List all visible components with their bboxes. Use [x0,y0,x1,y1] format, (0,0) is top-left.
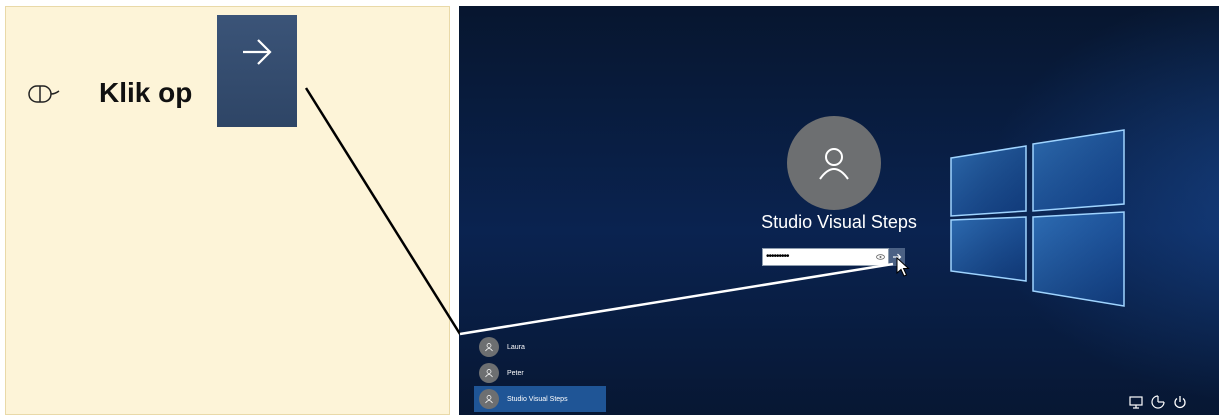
avatar [479,363,499,383]
password-row: ••••••••• [762,248,905,266]
tutorial-panel: Klik op [5,6,450,415]
ease-of-access-icon [1151,395,1165,409]
user-icon [819,148,849,180]
login-screen: Studio Visual Steps ••••••••• Laura Pete… [459,6,1219,415]
power-icon [1174,396,1186,409]
user-name: Studio Visual Steps [507,395,568,403]
ease-of-access-button[interactable] [1151,395,1165,409]
password-mask: ••••••••• [766,251,789,262]
eye-icon[interactable] [876,254,885,260]
username-label: Studio Visual Steps [761,212,917,232]
mouse-icon [28,85,60,103]
user-list: Laura Peter Studio Visual Steps [474,334,606,412]
user-item-studio-visual-steps[interactable]: Studio Visual Steps [474,386,606,412]
callout-arrow-button[interactable] [217,15,297,127]
system-icons [1129,395,1187,409]
avatar [479,389,499,409]
network-button[interactable] [1129,395,1143,409]
user-name: Peter [507,369,524,377]
user-name: Laura [507,343,525,351]
power-button[interactable] [1173,395,1187,409]
user-item-laura[interactable]: Laura [474,334,606,360]
password-field[interactable]: ••••••••• [762,248,889,266]
mouse-cursor-icon [896,257,910,277]
instruction-text: Klik op [99,77,193,108]
user-item-peter[interactable]: Peter [474,360,606,386]
user-icon [485,369,493,378]
user-icon [485,343,493,352]
arrow-right-icon [243,39,272,65]
user-avatar [787,116,881,210]
network-icon [1129,396,1143,409]
user-icon [485,395,493,404]
avatar [479,337,499,357]
